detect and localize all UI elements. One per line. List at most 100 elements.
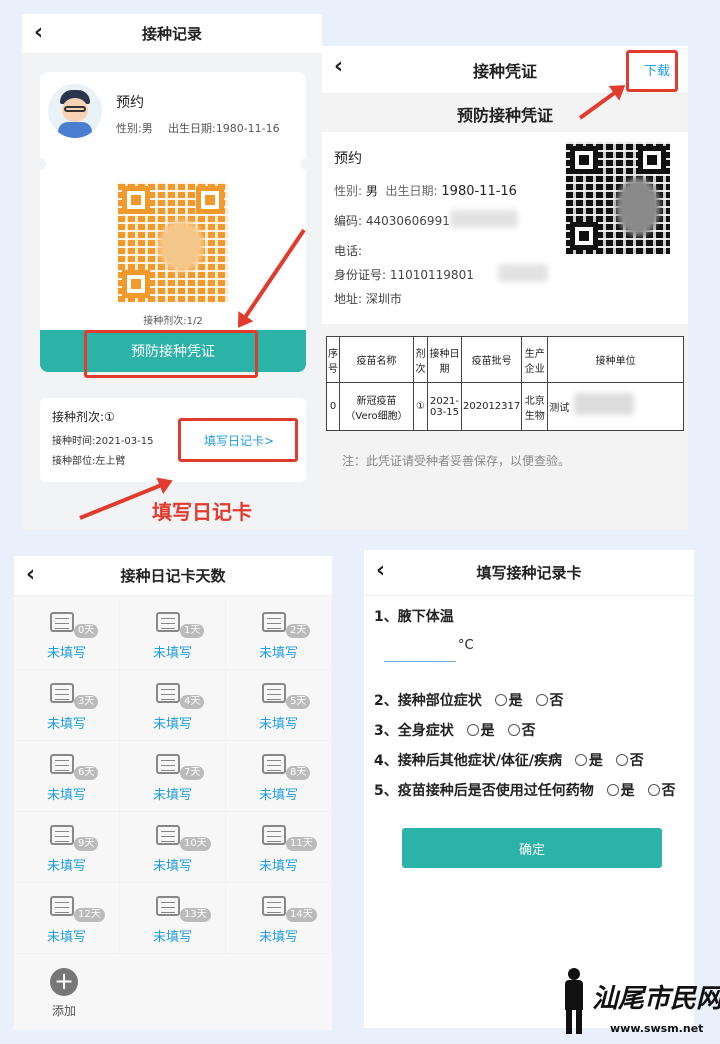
diary-day-cell[interactable]: 0天 未填写 <box>14 600 120 670</box>
day-status: 未填写 <box>258 859 298 874</box>
dose-count: 接种剂次:1/2 <box>143 316 203 327</box>
no-radio[interactable] <box>507 724 520 736</box>
diary-day-cell[interactable]: 8天 未填写 <box>226 742 332 812</box>
back-icon[interactable]: ‹ <box>26 562 35 587</box>
diary-day-cell[interactable]: 11天未填写 <box>226 813 332 883</box>
day-status: 未填写 <box>258 717 298 732</box>
diary-day-cell[interactable]: 1天 未填写 <box>120 600 226 670</box>
day-status: 未填写 <box>46 788 86 803</box>
confirm-button[interactable]: 确定 <box>402 828 662 868</box>
header: ‹ 填写接种记录卡 <box>364 550 694 596</box>
no-radio[interactable] <box>647 784 660 796</box>
diary-day-cell[interactable]: 4天未填写 <box>120 671 226 741</box>
diary-day-cell[interactable]: 5天未填写 <box>226 671 332 741</box>
calendar-icon <box>50 683 74 703</box>
table-cell: 北京生物 <box>521 382 549 431</box>
temperature-input[interactable] <box>384 640 456 662</box>
calendar-icon <box>262 825 286 845</box>
calendar-icon <box>156 896 180 916</box>
question-systemic-symptoms: 3、全身症状 是 否 <box>374 723 536 739</box>
diary-day-cell[interactable]: 2天 未填写 <box>226 600 332 670</box>
calendar-icon <box>262 896 286 916</box>
highlight-box <box>84 330 258 378</box>
diary-day-cell[interactable]: 9天 未填写 <box>14 813 120 883</box>
plus-icon: + <box>50 968 78 996</box>
question-medication: 5、疫苗接种后是否使用过任何药物 是 否 <box>374 783 676 799</box>
user-name: 预约 <box>116 95 144 111</box>
calendar-icon <box>50 754 74 774</box>
day-badge: 11天 <box>286 837 317 851</box>
yes-radio[interactable] <box>494 694 507 706</box>
calendar-icon <box>50 612 74 632</box>
diary-day-cell[interactable]: 7天 未填写 <box>120 742 226 812</box>
add-button[interactable]: + 添加 <box>34 968 94 1020</box>
user-birth: 出生日期:1980-11-16 <box>168 122 280 135</box>
calendar-icon <box>262 754 286 774</box>
watermark: 汕尾市民网 www.swsm.net <box>552 962 720 1040</box>
table-header: 疫苗批号 <box>460 336 523 383</box>
table-cell: 0 <box>326 382 340 431</box>
diary-day-cell[interactable]: 12天未填写 <box>14 884 120 954</box>
question-other-symptoms: 4、接种后其他症状/体征/疾病 是 否 <box>374 753 644 769</box>
calendar-icon <box>156 612 180 632</box>
day-badge: 8天 <box>286 766 311 780</box>
diary-day-cell[interactable]: 10天 未填写 <box>120 813 226 883</box>
table-header: 疫苗名称 <box>339 336 414 383</box>
day-status: 未填写 <box>46 717 86 732</box>
page-title: 接种记录 <box>141 25 202 43</box>
holder-code: 编码: 44030606991 <box>334 214 450 228</box>
certificate-note: 注：此凭证请受种者妥善保存，以便查验。 <box>342 454 571 468</box>
temperature-unit: °C <box>458 638 474 653</box>
yes-radio[interactable] <box>606 784 619 796</box>
page-title: 接种凭证 <box>472 61 537 81</box>
back-icon[interactable]: ‹ <box>334 54 343 79</box>
table-cell: 202012317 <box>460 382 523 431</box>
day-badge: 4天 <box>180 695 205 709</box>
holder-phone: 电话: <box>334 244 363 258</box>
qr-code <box>566 142 670 254</box>
holder-id: 身份证号: 11010119801 <box>334 268 474 282</box>
day-status: 未填写 <box>152 717 192 732</box>
diary-day-cell[interactable]: 13天 未填写 <box>120 884 226 954</box>
calendar-icon <box>262 612 286 632</box>
table-header: 生产企业 <box>521 336 549 383</box>
confirm-label: 确定 <box>518 842 545 858</box>
yes-radio[interactable] <box>466 724 479 736</box>
highlight-box <box>178 418 298 462</box>
day-status: 未填写 <box>46 646 86 661</box>
record-site: 接种部位:左上臂 <box>52 456 126 467</box>
day-status: 未填写 <box>152 788 192 803</box>
back-icon[interactable]: ‹ <box>376 558 385 583</box>
day-badge: 12天 <box>74 908 105 922</box>
diary-day-cell[interactable]: 3天 未填写 <box>14 671 120 741</box>
day-status: 未填写 <box>46 859 86 874</box>
no-radio[interactable] <box>535 694 548 706</box>
calendar-icon <box>156 754 180 774</box>
day-status: 未填写 <box>258 930 298 945</box>
diary-day-cell[interactable]: 14天 未填写 <box>226 884 332 954</box>
holder-address: 地址: 深圳市 <box>334 292 402 306</box>
table-cell: 2021-03-15 <box>427 382 462 431</box>
day-status: 未填写 <box>152 859 192 874</box>
back-icon[interactable]: ‹ <box>34 20 43 45</box>
day-status: 未填写 <box>46 930 86 945</box>
table-cell: 新冠疫苗（Vero细胞） <box>339 382 414 431</box>
profile-card: 预约 性别:男 出生日期:1980-11-16 接种剂次:1/2 预防接种凭证 <box>34 72 312 372</box>
question-temperature: 1、腋下体温 <box>374 609 454 625</box>
day-badge: 13天 <box>180 908 211 922</box>
certificate-title: 预防接种凭证 <box>456 106 553 125</box>
table-header-row: 序号 疫苗名称 剂次 接种日期 疫苗批号 生产企业 接种单位 <box>326 336 684 383</box>
header: ‹ 接种记录 <box>22 14 322 54</box>
table-cell: ① <box>413 382 428 431</box>
no-radio[interactable] <box>615 754 628 766</box>
table-cell: 测试 <box>547 382 684 431</box>
vaccination-record-panel: ‹ 接种记录 预约 性别:男 出生日期:1980-11-16 接种剂次:1/2 … <box>22 14 322 530</box>
holder-name: 预约 <box>334 151 362 167</box>
yes-radio[interactable] <box>574 754 587 766</box>
table-header: 剂次 <box>413 336 428 383</box>
calendar-icon <box>262 683 286 703</box>
diary-day-cell[interactable]: 6天未填写 <box>14 742 120 812</box>
day-badge: 5天 <box>286 695 311 709</box>
day-badge: 6天 <box>74 766 99 780</box>
certificate-info: 预约 性别: 男 出生日期: 1980-11-16 编码: 4403060699… <box>322 132 688 324</box>
